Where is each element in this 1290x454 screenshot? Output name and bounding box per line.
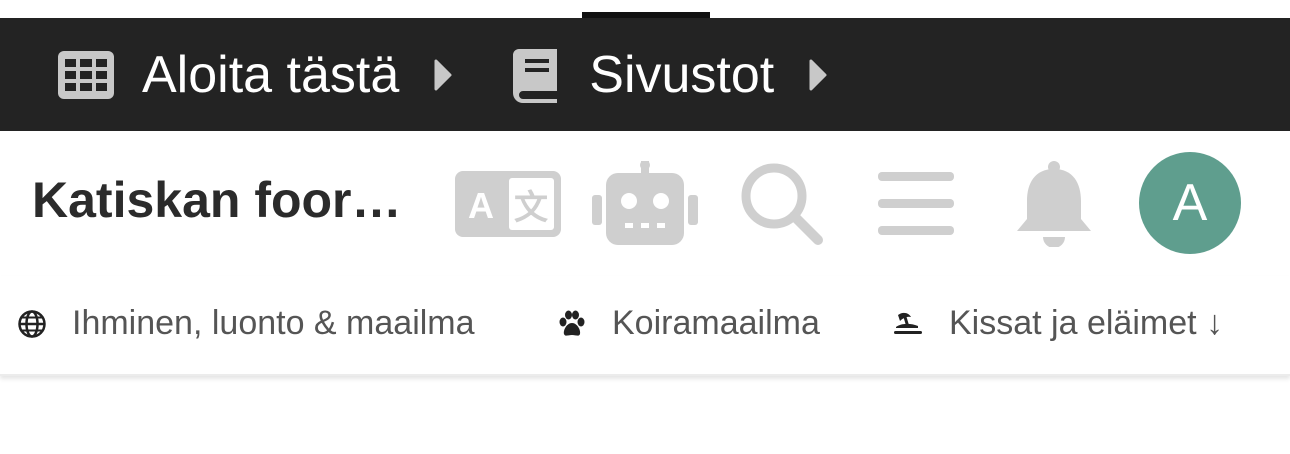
globe-icon <box>18 309 46 338</box>
breadcrumb-label: Aloita tästä <box>142 45 400 104</box>
avatar-letter: A <box>1172 174 1208 232</box>
category-label: Ihminen, luonto & maailma <box>72 304 475 342</box>
menu-icon[interactable] <box>878 159 954 249</box>
site-title[interactable]: Katiskan foor… <box>32 171 402 229</box>
grid-icon <box>58 50 114 99</box>
category-label: Kissat ja eläimet ↓ <box>949 304 1223 342</box>
category-item-dogs[interactable]: Koiramaailma <box>558 304 820 343</box>
breadcrumb-item-start[interactable]: Aloita tästä <box>58 45 453 105</box>
breadcrumb-label: Sivustot <box>589 45 775 104</box>
category-nav: Ihminen, luonto & maailma Koiramaailma K… <box>0 276 1290 376</box>
search-icon[interactable] <box>738 159 826 249</box>
robot-icon[interactable] <box>592 159 698 249</box>
site-header: Katiskan foor… A 文 A <box>0 131 1290 276</box>
chevron-right-icon <box>808 58 828 92</box>
avatar[interactable]: A <box>1139 152 1241 254</box>
translate-icon[interactable]: A 文 <box>455 159 561 249</box>
category-item-cats[interactable]: Kissat ja eläimet ↓ <box>893 304 1223 343</box>
svg-text:文: 文 <box>514 188 548 228</box>
chevron-right-icon <box>433 58 453 92</box>
breadcrumb-item-sites[interactable]: Sivustot <box>511 45 828 105</box>
bell-icon[interactable] <box>1014 159 1094 249</box>
paw-icon <box>558 310 586 338</box>
book-icon <box>511 47 561 103</box>
category-item-nature[interactable]: Ihminen, luonto & maailma <box>18 304 475 343</box>
breadcrumb: Aloita tästä Sivustot <box>0 18 1290 131</box>
svg-text:A: A <box>468 185 494 226</box>
island-icon <box>893 311 923 337</box>
category-label: Koiramaailma <box>612 304 820 342</box>
